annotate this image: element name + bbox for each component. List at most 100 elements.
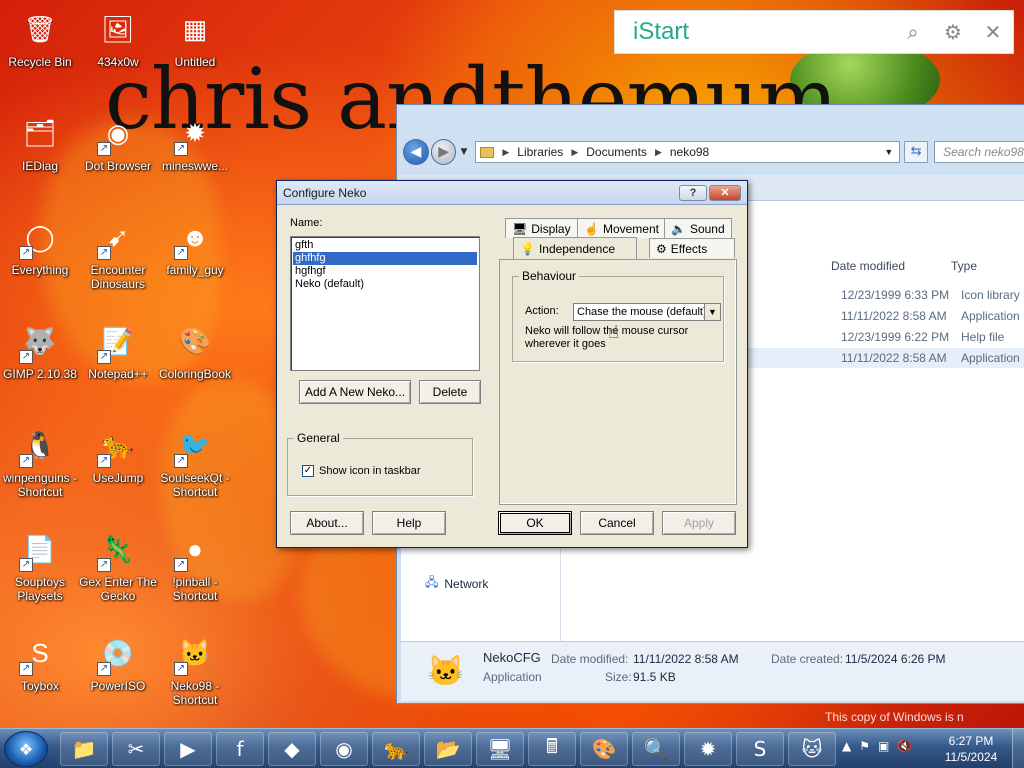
column-type[interactable]: Type: [951, 259, 1024, 273]
shortcut-arrow-icon: ↗: [174, 246, 188, 260]
tab-independence[interactable]: 💡 Independence: [513, 237, 637, 259]
desktop-icon[interactable]: ✹ ↗ mineswwe...: [155, 110, 235, 174]
neko-list-item[interactable]: hgfhgf: [293, 265, 477, 278]
add-new-neko-button[interactable]: Add A New Neko...: [299, 380, 411, 404]
clock-date: 11/5/2024: [944, 750, 998, 764]
desktop-icon[interactable]: 📄 ↗ Souptoys Playsets: [0, 526, 80, 604]
taskbar-media-player-button[interactable]: ▶: [164, 732, 212, 766]
desktop-icon[interactable]: ▦ Untitled: [155, 6, 235, 70]
taskbar-facebook-button[interactable]: f: [216, 732, 264, 766]
desktop-icon-label: 434x0w: [97, 55, 139, 69]
dialog-titlebar[interactable]: Configure Neko ? ✕: [277, 181, 747, 205]
clock[interactable]: 6:27 PM 11/5/2024: [936, 733, 1006, 765]
back-button[interactable]: ◀: [403, 139, 429, 165]
file-date-modified: 12/23/1999 6:33 PM: [841, 288, 950, 302]
ok-button[interactable]: OK: [498, 511, 572, 535]
help-button[interactable]: Help: [372, 511, 446, 535]
column-date-modified[interactable]: Date modified: [831, 259, 951, 273]
tab-display[interactable]: 🖥 Display: [505, 218, 578, 238]
desktop-icon[interactable]: 🗂 IEDiag: [0, 110, 80, 174]
desktop-icon-label: Encounter Dinosaurs: [90, 263, 146, 291]
chevron-right-icon: ▶: [571, 146, 579, 157]
neko-list-item[interactable]: Neko (default): [293, 278, 477, 291]
taskbar-minesweeper-button[interactable]: ✹: [684, 732, 732, 766]
desktop-icon[interactable]: 🗑 Recycle Bin: [0, 6, 80, 70]
refresh-button[interactable]: ⇆: [904, 141, 929, 163]
desktop-icon[interactable]: ➹ ↗ Encounter Dinosaurs: [78, 214, 158, 292]
general-group-label: General: [294, 431, 343, 445]
taskbar-computer-button[interactable]: 🖥: [476, 732, 524, 766]
neko-name-list[interactable]: gfth ghfhfg hgfhgf Neko (default): [290, 236, 480, 371]
desktop-icon[interactable]: 🐱 ↗ Neko98 - Shortcut: [155, 630, 235, 708]
desktop-icon[interactable]: 🐧 ↗ winpenguins - Shortcut: [0, 422, 80, 500]
breadcrumb-neko98[interactable]: neko98: [670, 145, 709, 159]
about-button[interactable]: About...: [290, 511, 364, 535]
search-input[interactable]: Search neko98: [934, 141, 1024, 163]
taskbar-search-app-button[interactable]: 🔍: [632, 732, 680, 766]
istart-bar: iStart ⌕ ⚙ ✕: [614, 10, 1014, 54]
desktop-icon[interactable]: 🖼 434x0w: [78, 6, 158, 70]
tab-effects[interactable]: ⚙ Effects: [649, 238, 735, 258]
nav-network[interactable]: 🖧 Network: [425, 573, 488, 594]
network-tray-icon[interactable]: ▣: [878, 739, 889, 753]
breadcrumb-documents[interactable]: Documents: [586, 145, 647, 159]
details-size-value: 91.5 KB: [633, 670, 676, 684]
taskbar-paint-button[interactable]: 🎨: [580, 732, 628, 766]
desktop-icon[interactable]: ● ↗ !pinball - Shortcut: [155, 526, 235, 604]
desktop-icon[interactable]: 💿 ↗ PowerISO: [78, 630, 158, 694]
neko-list-item[interactable]: ghfhfg: [293, 252, 477, 265]
forward-button[interactable]: ▶: [430, 139, 457, 165]
breadcrumb-libraries[interactable]: Libraries: [517, 145, 563, 159]
chevron-down-icon[interactable]: ▼: [704, 304, 720, 320]
taskbar-dot-browser-button[interactable]: ◉: [320, 732, 368, 766]
start-button[interactable]: ❖: [4, 731, 48, 767]
desktop-icon[interactable]: S ↗ Toybox: [0, 630, 80, 693]
neko-list-item[interactable]: gfth: [293, 239, 477, 252]
show-icon-checkbox[interactable]: ✓: [302, 465, 314, 478]
desktop-icon[interactable]: 📝 ↗ Notepad++: [78, 318, 158, 382]
help-icon-button[interactable]: ?: [679, 184, 707, 201]
apply-button[interactable]: Apply: [662, 511, 736, 535]
show-hidden-icons-icon[interactable]: ▲: [842, 739, 851, 753]
network-label: Network: [444, 576, 489, 591]
tab-movement[interactable]: ☝ Movement: [577, 218, 666, 238]
history-dropdown-icon[interactable]: ▼: [460, 147, 467, 157]
chevron-down-icon[interactable]: ▼: [884, 147, 893, 157]
taskbar-usejump-button[interactable]: 🐆: [372, 732, 420, 766]
delete-button[interactable]: Delete: [419, 380, 481, 404]
desktop-icon[interactable]: ☻ ↗ family_guy: [155, 214, 235, 278]
desktop-icon[interactable]: 🎨 ColoringBook: [155, 318, 235, 382]
desktop-app-icon: 🐧 ↗: [17, 422, 63, 468]
taskbar-toybox-button[interactable]: S: [736, 732, 784, 766]
gear-icon[interactable]: ⚙: [933, 20, 973, 44]
taskbar-snipping-tool-button[interactable]: ✂: [112, 732, 160, 766]
close-button[interactable]: ✕: [709, 184, 741, 201]
search-icon[interactable]: ⌕: [893, 20, 933, 44]
desktop-icon[interactable]: ◉ ↗ Dot Browser: [78, 110, 158, 174]
desktop-icon[interactable]: ◯ ↗ Everything: [0, 214, 80, 278]
desktop-icon[interactable]: 🦎 ↗ Gex Enter The Gecko: [78, 526, 158, 604]
clock-time: 6:27 PM: [948, 734, 994, 748]
shortcut-arrow-icon: ↗: [19, 350, 33, 364]
desktop-app-icon: 🖼: [101, 13, 135, 44]
taskbar-game-button[interactable]: ◆: [268, 732, 316, 766]
cancel-button[interactable]: Cancel: [580, 511, 654, 535]
tab-sound[interactable]: 🔈 Sound: [664, 218, 732, 238]
display-icon: 🖥: [512, 221, 528, 236]
tab-sound-label: Sound: [689, 221, 725, 236]
desktop-icon[interactable]: 🐦 ↗ SoulseekQt - Shortcut: [155, 422, 235, 500]
close-icon[interactable]: ✕: [973, 20, 1013, 44]
taskbar-calculator-button[interactable]: 🖩: [528, 732, 576, 766]
action-select[interactable]: Chase the mouse (default) ▼: [573, 303, 721, 321]
flag-icon[interactable]: ⚑: [859, 739, 870, 753]
desktop-icon[interactable]: 🐆 ↗ UseJump: [78, 422, 158, 486]
address-bar[interactable]: ▶ Libraries ▶ Documents ▶ neko98 ▼: [475, 141, 901, 163]
taskbar-explorer-button[interactable]: 📁: [60, 732, 108, 766]
desktop-app-icon: ● ↗: [172, 526, 218, 572]
show-desktop-button[interactable]: [1012, 729, 1024, 768]
taskbar-neko-button[interactable]: 🐱: [788, 732, 836, 766]
taskbar-folder-button[interactable]: 📂: [424, 732, 472, 766]
tab-movement-label: Movement: [602, 221, 659, 236]
volume-muted-icon[interactable]: 🔇: [897, 739, 912, 753]
desktop-icon[interactable]: 🐺 ↗ GIMP 2.10.38: [0, 318, 80, 382]
